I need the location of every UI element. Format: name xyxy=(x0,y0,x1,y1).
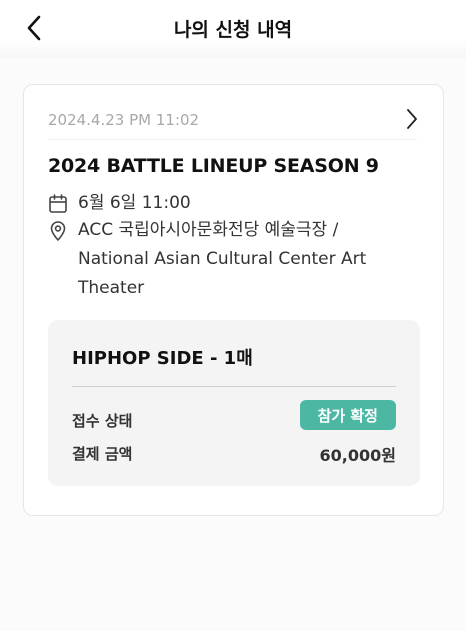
event-title: 2024 BATTLE LINEUP SEASON 9 xyxy=(48,155,379,177)
payment-amount: 60,000원 xyxy=(319,446,396,465)
event-date-row: 6월 6일 11:00 xyxy=(48,193,191,218)
status-label: 접수 상태 xyxy=(72,412,133,430)
application-card[interactable]: 2024.4.23 PM 11:02 2024 BATTLE LINEUP SE… xyxy=(23,84,444,516)
event-date-text: 6월 6일 11:00 xyxy=(78,193,191,213)
app-header: 나의 신청 내역 xyxy=(0,0,466,58)
ticket-summary-box: HIPHOP SIDE - 1매 접수 상태 참가 확정 결제 금액 60,00… xyxy=(48,320,420,486)
divider xyxy=(72,386,396,387)
detail-button[interactable] xyxy=(403,107,421,131)
applied-at-timestamp: 2024.4.23 PM 11:02 xyxy=(48,111,200,129)
location-pin-icon xyxy=(50,221,66,241)
event-venue-row: ACC 국립아시아문화전당 예술극장 / National Asian Cult… xyxy=(48,220,398,303)
event-venue-text: ACC 국립아시아문화전당 예술극장 / National Asian Cult… xyxy=(78,220,367,298)
ticket-name: HIPHOP SIDE - 1매 xyxy=(72,348,253,369)
divider xyxy=(48,139,417,140)
payment-label: 결제 금액 xyxy=(72,445,133,463)
chevron-right-icon xyxy=(407,109,417,129)
status-badge: 참가 확정 xyxy=(299,400,396,430)
calendar-icon xyxy=(49,194,67,213)
page-title: 나의 신청 내역 xyxy=(173,19,293,41)
